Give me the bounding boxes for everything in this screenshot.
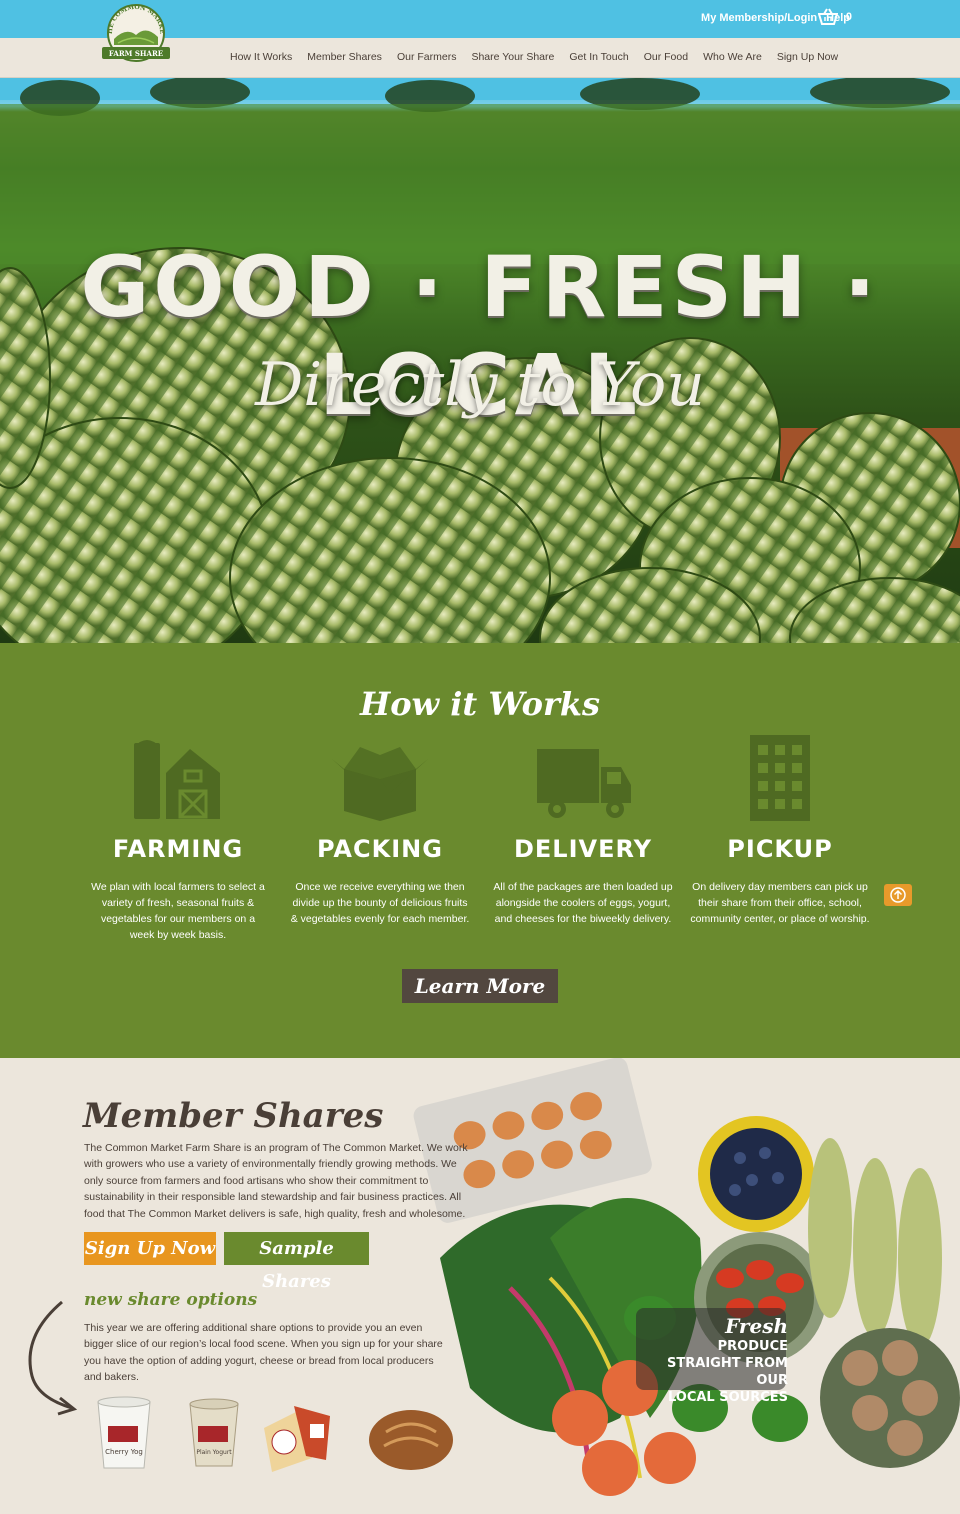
step-packing: PACKING Once we receive everything we th… bbox=[290, 733, 470, 927]
cart-button[interactable]: 0 bbox=[817, 8, 852, 26]
how-it-works-title: How it Works bbox=[359, 685, 601, 723]
nav-get-in-touch[interactable]: Get In Touch bbox=[569, 51, 628, 63]
nav-who-we-are[interactable]: Who We Are bbox=[703, 51, 762, 63]
barn-icon bbox=[134, 740, 220, 819]
nav-how-it-works[interactable]: How It Works bbox=[230, 51, 292, 63]
learn-more-button[interactable]: Learn More bbox=[402, 969, 558, 1003]
step-pickup: PICKUP On delivery day members can pick … bbox=[690, 733, 870, 927]
building-icon bbox=[750, 735, 810, 821]
badge-fresh: Fresh bbox=[725, 1314, 788, 1338]
arrow-up-icon bbox=[890, 887, 906, 903]
yogurt-label: Cherry Yog bbox=[105, 1448, 143, 1456]
nav-our-farmers[interactable]: Our Farmers bbox=[397, 51, 457, 63]
plain-yogurt-image: Plain Yogurt bbox=[189, 1398, 239, 1467]
login-link[interactable]: My Membership/Login bbox=[701, 12, 817, 24]
nav-member-shares[interactable]: Member Shares bbox=[307, 51, 382, 63]
site-logo[interactable]: THE COMMON MARKET FARM SHARE bbox=[96, 3, 176, 69]
member-shares-section: Member Shares The Common Market Farm Sha… bbox=[0, 1058, 960, 1514]
hero-subtitle: Directly to You bbox=[255, 350, 705, 420]
new-share-options-text: This year we are offering additional sha… bbox=[84, 1322, 443, 1384]
basket-icon bbox=[817, 8, 838, 25]
truck-icon bbox=[537, 749, 631, 818]
logo-subtext: FARM SHARE bbox=[109, 49, 163, 58]
badge-line3: LOCAL SOURCES bbox=[667, 1390, 788, 1405]
step-text: All of the packages are then loaded up a… bbox=[493, 881, 673, 925]
step-text: On delivery day members can pick up thei… bbox=[690, 881, 870, 925]
step-title: FARMING bbox=[112, 835, 244, 863]
nav-sign-up-now[interactable]: Sign Up Now bbox=[777, 51, 838, 63]
sample-shares-button[interactable]: Sample Shares bbox=[224, 1232, 369, 1292]
step-text: We plan with local farmers to select a v… bbox=[91, 881, 265, 941]
step-text: Once we receive everything we then divid… bbox=[290, 881, 470, 925]
step-delivery: DELIVERY All of the packages are then lo… bbox=[493, 733, 673, 927]
step-title: PICKUP bbox=[727, 835, 833, 863]
step-title: DELIVERY bbox=[513, 835, 653, 863]
how-it-works-section: How it Works FARMING We plan with local … bbox=[0, 643, 960, 1058]
cheese-image bbox=[264, 1406, 330, 1472]
nav-share-your-share[interactable]: Share Your Share bbox=[471, 51, 554, 63]
member-shares-intro: The Common Market Farm Share is an progr… bbox=[84, 1142, 468, 1220]
badge-line1: PRODUCE bbox=[717, 1339, 788, 1354]
step-title: PACKING bbox=[317, 835, 443, 863]
cart-count: 0 bbox=[845, 11, 852, 23]
cherry-yogurt-image: Cherry Yog bbox=[97, 1396, 151, 1469]
badge-line2: STRAIGHT FROM OUR bbox=[667, 1356, 788, 1388]
new-share-options-title: new share options bbox=[84, 1290, 258, 1310]
fresh-produce-badge: Fresh PRODUCE STRAIGHT FROM OUR LOCAL SO… bbox=[656, 1316, 788, 1405]
scroll-top-button[interactable] bbox=[884, 884, 912, 906]
curved-arrow-icon bbox=[28, 1300, 78, 1416]
member-shares-title: Member Shares bbox=[83, 1096, 384, 1136]
sign-up-button[interactable]: Sign Up Now bbox=[84, 1232, 216, 1265]
bread-image bbox=[369, 1410, 453, 1470]
step-farming: FARMING We plan with local farmers to se… bbox=[88, 733, 268, 943]
produce-photo bbox=[413, 1058, 960, 1496]
box-icon bbox=[332, 747, 428, 821]
nav-our-food[interactable]: Our Food bbox=[644, 51, 688, 63]
yogurt-label: Plain Yogurt bbox=[196, 1449, 232, 1456]
hero-banner: GOOD · FRESH · LOCAL Directly to You bbox=[0, 78, 960, 643]
